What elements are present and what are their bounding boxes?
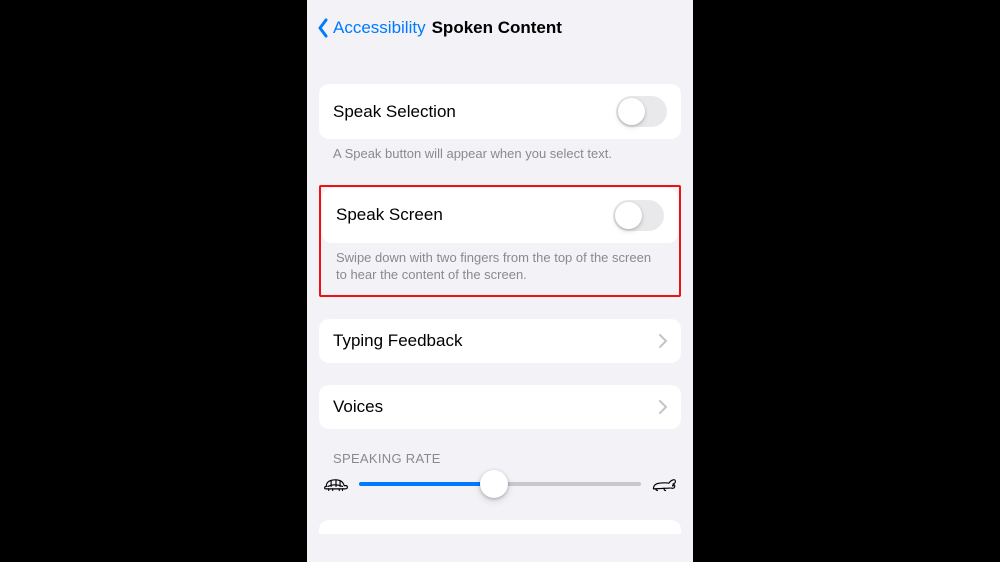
header-speaking-rate: SPEAKING RATE [319,451,681,472]
nav-bar: Accessibility Spoken Content [307,0,693,54]
slider-thumb[interactable] [480,470,508,498]
page-title: Spoken Content [432,18,562,38]
toggle-knob [615,202,642,229]
row-voices-title: Voices [333,397,383,417]
chevron-right-icon [659,334,667,348]
row-speak-selection-title: Speak Selection [333,102,456,122]
toggle-speak-screen[interactable] [613,200,664,231]
row-voices[interactable]: Voices [319,385,681,429]
slider-speaking-rate-row [319,472,681,494]
group-speak-selection: Speak Selection A Speak button will appe… [319,84,681,163]
back-label: Accessibility [333,18,426,38]
group-typing-feedback: Typing Feedback [319,319,681,363]
row-speak-screen[interactable]: Speak Screen [322,188,678,243]
highlight-speak-screen: Speak Screen Swipe down with two fingers… [319,185,681,297]
tortoise-icon [323,474,349,494]
row-typing-feedback-title: Typing Feedback [333,331,462,351]
footer-speak-screen: Swipe down with two fingers from the top… [322,243,678,294]
group-voices: Voices [319,385,681,429]
hare-icon [651,474,677,494]
slider-speaking-rate[interactable] [359,482,641,486]
back-button[interactable]: Accessibility [317,18,426,38]
row-speak-screen-title: Speak Screen [336,205,443,225]
settings-list: Speak Selection A Speak button will appe… [307,54,693,534]
row-next-partial [319,520,681,534]
chevron-right-icon [659,400,667,414]
footer-speak-selection: A Speak button will appear when you sele… [319,139,681,163]
toggle-knob [618,98,645,125]
settings-screen: Accessibility Spoken Content Speak Selec… [307,0,693,562]
slider-fill [359,482,494,486]
row-typing-feedback[interactable]: Typing Feedback [319,319,681,363]
chevron-left-icon [317,18,329,38]
group-speaking-rate: SPEAKING RATE [319,451,681,494]
toggle-speak-selection[interactable] [616,96,667,127]
row-speak-selection[interactable]: Speak Selection [319,84,681,139]
